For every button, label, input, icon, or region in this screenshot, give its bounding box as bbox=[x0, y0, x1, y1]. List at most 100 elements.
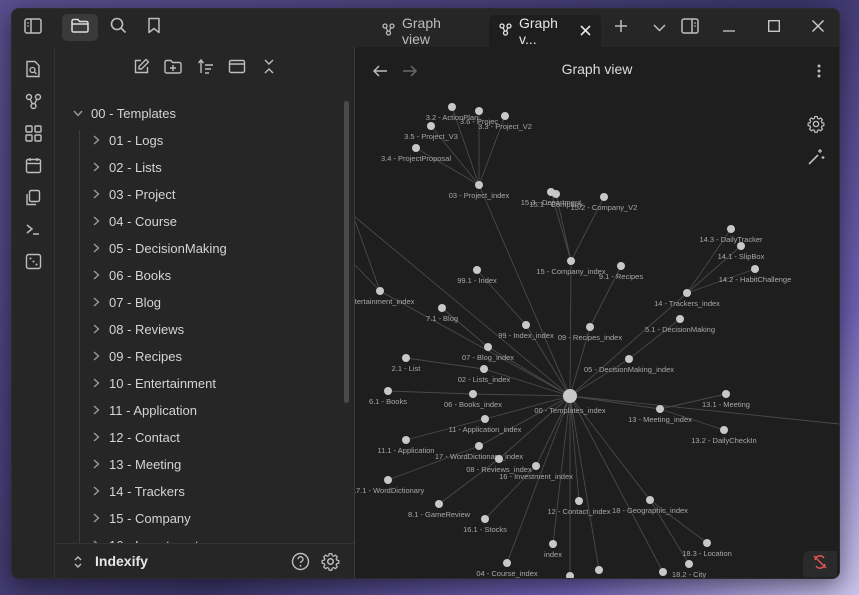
folder-item[interactable]: 16 - Investment bbox=[89, 534, 199, 543]
graph-view-icon[interactable] bbox=[23, 91, 43, 111]
folder-item[interactable]: 15 - Company bbox=[89, 507, 191, 529]
collapse-all-button[interactable] bbox=[259, 59, 279, 79]
graph-node[interactable] bbox=[475, 181, 483, 189]
graph-node[interactable] bbox=[438, 304, 446, 312]
folder-item[interactable]: 02 - Lists bbox=[89, 156, 162, 178]
settings-gear-icon[interactable] bbox=[321, 552, 340, 576]
graph-node[interactable] bbox=[469, 390, 477, 398]
folder-label: 13 - Meeting bbox=[109, 456, 182, 472]
folder-root[interactable]: 00 - Templates bbox=[71, 102, 176, 124]
graph-node[interactable] bbox=[503, 559, 511, 567]
graph-node[interactable] bbox=[473, 266, 481, 274]
folder-item[interactable]: 13 - Meeting bbox=[89, 453, 181, 475]
terminal-icon[interactable] bbox=[23, 219, 43, 239]
graph-node[interactable] bbox=[727, 225, 735, 233]
minimize-button[interactable] bbox=[718, 17, 740, 39]
graph-node[interactable] bbox=[600, 193, 608, 201]
folder-item[interactable]: 05 - DecisionMaking bbox=[89, 237, 227, 259]
graph-node[interactable] bbox=[402, 436, 410, 444]
help-icon[interactable] bbox=[291, 552, 310, 576]
graph-node[interactable] bbox=[737, 242, 745, 250]
graph-node[interactable] bbox=[495, 455, 503, 463]
vault-name[interactable]: Indexify bbox=[95, 553, 148, 569]
graph-node[interactable] bbox=[552, 190, 560, 198]
graph-node[interactable] bbox=[586, 323, 594, 331]
folder-item[interactable]: 08 - Reviews bbox=[89, 318, 184, 340]
copy-icon[interactable] bbox=[23, 187, 43, 207]
graph-node[interactable] bbox=[384, 387, 392, 395]
folder-label: 12 - Contact bbox=[109, 429, 180, 445]
folder-item[interactable]: 12 - Contact bbox=[89, 426, 180, 448]
graph-node[interactable] bbox=[683, 289, 691, 297]
auto-reveal-button[interactable] bbox=[227, 59, 247, 79]
scrollbar[interactable] bbox=[344, 101, 349, 403]
search-button[interactable] bbox=[107, 17, 129, 39]
maximize-button[interactable] bbox=[763, 17, 785, 39]
graph-node[interactable] bbox=[481, 515, 489, 523]
calendar-icon[interactable] bbox=[23, 155, 43, 175]
graph-hub-node[interactable] bbox=[563, 389, 577, 403]
random-note-icon[interactable] bbox=[23, 251, 43, 271]
tab-graph-view-2[interactable]: Graph v... bbox=[489, 15, 601, 47]
graph-node[interactable] bbox=[384, 476, 392, 484]
new-note-button[interactable] bbox=[131, 58, 151, 79]
folder-item[interactable]: 11 - Application bbox=[89, 399, 197, 421]
graph-node[interactable] bbox=[427, 122, 435, 130]
graph-node[interactable] bbox=[376, 287, 384, 295]
graph-node[interactable] bbox=[751, 265, 759, 273]
graph-node[interactable] bbox=[595, 566, 603, 574]
sort-button[interactable] bbox=[195, 58, 215, 79]
canvas-icon[interactable] bbox=[23, 123, 43, 143]
graph-node[interactable] bbox=[625, 355, 633, 363]
close-window-button[interactable] bbox=[807, 17, 829, 39]
graph-node[interactable] bbox=[522, 321, 530, 329]
new-folder-button[interactable] bbox=[163, 59, 183, 79]
chevron-up-down-icon[interactable] bbox=[73, 554, 83, 575]
graph-node[interactable] bbox=[501, 112, 509, 120]
graph-node[interactable] bbox=[480, 365, 488, 373]
folder-item[interactable]: 03 - Project bbox=[89, 183, 175, 205]
open-quick-switcher-icon[interactable] bbox=[23, 59, 43, 79]
graph-node[interactable] bbox=[567, 257, 575, 265]
sync-status-button[interactable] bbox=[803, 551, 837, 577]
graph-node[interactable] bbox=[448, 103, 456, 111]
graph-node[interactable] bbox=[575, 497, 583, 505]
graph-node-label: 7.1 - Blog bbox=[426, 314, 458, 323]
file-explorer: 00 - Templates 01 - Logs 02 - Lists 03 - P… bbox=[55, 47, 355, 578]
graph-node[interactable] bbox=[481, 415, 489, 423]
folder-item[interactable]: 06 - Books bbox=[89, 264, 171, 286]
graph-node[interactable] bbox=[659, 568, 667, 576]
bookmarks-button[interactable] bbox=[143, 17, 165, 39]
folder-item[interactable]: 10 - Entertainment bbox=[89, 372, 216, 394]
tab-list-button[interactable] bbox=[648, 17, 670, 39]
graph-node[interactable] bbox=[475, 442, 483, 450]
graph-node[interactable] bbox=[656, 405, 664, 413]
folder-item[interactable]: 14 - Trackers bbox=[89, 480, 185, 502]
close-tab-icon[interactable] bbox=[580, 23, 591, 39]
graph-canvas[interactable]: 3.2 - ActionPlan3.3 - Project_V23.6 - Pr… bbox=[355, 47, 839, 578]
folder-item[interactable]: 07 - Blog bbox=[89, 291, 161, 313]
graph-node[interactable] bbox=[402, 354, 410, 362]
tab-graph-view-1[interactable]: Graph view bbox=[372, 15, 482, 47]
graph-node[interactable] bbox=[646, 496, 654, 504]
graph-node[interactable] bbox=[549, 540, 557, 548]
toggle-right-sidebar-button[interactable] bbox=[679, 17, 701, 39]
folder-item[interactable]: 04 - Course bbox=[89, 210, 177, 232]
graph-node[interactable] bbox=[722, 390, 730, 398]
graph-node[interactable] bbox=[435, 500, 443, 508]
graph-node[interactable] bbox=[566, 572, 574, 578]
new-tab-button[interactable] bbox=[610, 17, 632, 39]
toggle-sidebar-button[interactable] bbox=[22, 17, 44, 39]
graph-node[interactable] bbox=[703, 539, 711, 547]
graph-node[interactable] bbox=[412, 144, 420, 152]
graph-node[interactable] bbox=[484, 343, 492, 351]
graph-node[interactable] bbox=[676, 315, 684, 323]
files-button[interactable] bbox=[62, 14, 98, 41]
folder-item[interactable]: 09 - Recipes bbox=[89, 345, 182, 367]
folder-item[interactable]: 01 - Logs bbox=[89, 129, 163, 151]
graph-node[interactable] bbox=[685, 560, 693, 568]
graph-node[interactable] bbox=[617, 262, 625, 270]
graph-node[interactable] bbox=[720, 426, 728, 434]
graph-node[interactable] bbox=[532, 462, 540, 470]
graph-node[interactable] bbox=[475, 107, 483, 115]
